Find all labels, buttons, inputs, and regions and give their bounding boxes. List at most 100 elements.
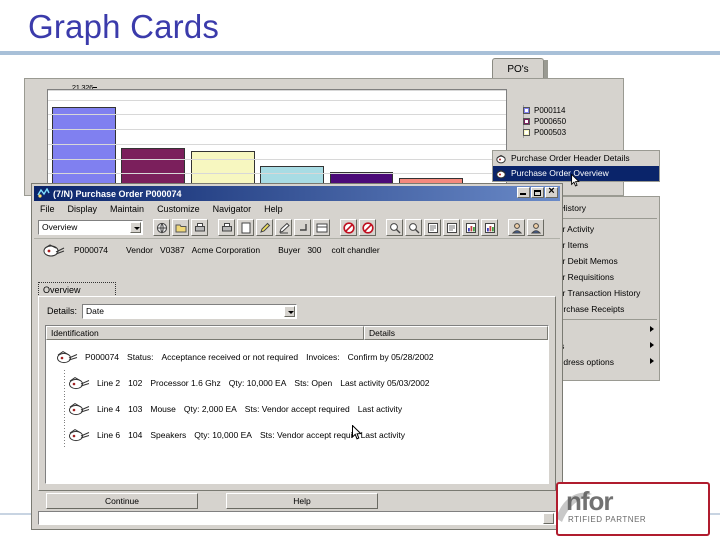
- table-row[interactable]: P000074 Status: Acceptance received or not…: [46, 344, 548, 370]
- toolbar-sort-button[interactable]: [424, 218, 441, 236]
- menu-item[interactable]: ms: [549, 338, 659, 354]
- menu-item[interactable]: der Debit Memos: [549, 253, 659, 269]
- menu-item[interactable]: der Transaction History: [549, 285, 659, 301]
- order-listview[interactable]: Identification Details P000074 Status: Acc…: [45, 325, 549, 484]
- page-title: Graph Cards: [28, 8, 220, 45]
- minimize-button[interactable]: [517, 187, 530, 198]
- toolbar-chart-button[interactable]: [462, 218, 479, 236]
- menu-item[interactable]: s History: [549, 200, 659, 216]
- context-menu-item[interactable]: Purchase Order Header Details: [493, 151, 659, 166]
- window-controls[interactable]: [516, 185, 558, 198]
- table-row[interactable]: Line 6 104 Speakers Qty: 10,000 EA Sts: Vend…: [46, 422, 548, 448]
- chevron-down-icon[interactable]: [284, 305, 296, 317]
- resize-grip[interactable]: [543, 513, 554, 524]
- toolbar-graph-button[interactable]: [481, 218, 498, 236]
- chart-gridline: [48, 173, 506, 175]
- table-cell: 102: [128, 378, 143, 388]
- order-badge-icon: [43, 243, 65, 256]
- toolbar-note-button[interactable]: [275, 218, 292, 236]
- window-titlebar[interactable]: (7/N) Purchase Order P000074: [34, 185, 560, 201]
- order-info-row: P000074 Vendor V0387 Acme Corporation Bu…: [34, 239, 560, 261]
- column-header-identification[interactable]: Identification: [46, 326, 364, 340]
- menubar-item-help[interactable]: Help: [264, 204, 283, 214]
- maximize-button[interactable]: [531, 187, 544, 198]
- menubar-item-file[interactable]: File: [40, 204, 55, 214]
- toolbar-network-button[interactable]: [527, 218, 544, 236]
- chart-gridline: [48, 143, 506, 145]
- navigator-menu-panel[interactable]: s History der Activity der Items der Debit …: [548, 196, 660, 381]
- menubar-item-customize[interactable]: Customize: [157, 204, 200, 214]
- purchase-order-window: (7/N) Purchase Order P000074 File Display…: [31, 183, 563, 530]
- table-cell: Qty: 2,000 EA: [183, 404, 237, 414]
- details-select-value: Date: [86, 306, 104, 316]
- toolbar-new-button[interactable]: [237, 218, 254, 236]
- table-cell: Sts: Vendor accept requi: [259, 430, 353, 440]
- menubar-item-navigator[interactable]: Navigator: [213, 204, 252, 214]
- legend-label: P000114: [534, 106, 566, 115]
- menubar-item-display[interactable]: Display: [68, 204, 98, 214]
- chevron-right-icon: [650, 342, 654, 348]
- chart-bar: [121, 147, 186, 188]
- toolbar-edit-button[interactable]: [256, 218, 273, 236]
- listview-rows: P000074 Status: Acceptance received or not…: [46, 340, 548, 448]
- print-icon: [195, 222, 205, 231]
- details-label: Details:: [47, 306, 78, 316]
- overview-panel: Details: Date Identification Details P00…: [38, 296, 556, 491]
- column-header-details[interactable]: Details: [364, 326, 548, 340]
- card-icon: [316, 223, 328, 232]
- tab-pos[interactable]: PO's: [492, 58, 544, 80]
- menu-item[interactable]: Purchase Receipts: [549, 301, 659, 317]
- legend-swatch: [523, 118, 530, 125]
- toolbar-folder-button[interactable]: [172, 218, 189, 236]
- help-button[interactable]: Help: [226, 493, 378, 509]
- table-row[interactable]: Line 2 102 Processor 1.6 Ghz Qty: 10,000 EA…: [46, 370, 548, 396]
- toolbar-delete-button[interactable]: [340, 218, 357, 236]
- details-select[interactable]: Date: [82, 303, 298, 319]
- table-row[interactable]: Line 4 103 Mouse Qty: 2,000 EA Sts: Vendor a…: [46, 396, 548, 422]
- table-row-text: Line 2 102 Processor 1.6 Ghz Qty: 10,000 EA…: [97, 378, 438, 388]
- menu-item-label: der Debit Memos: [553, 256, 618, 266]
- toolbar-print-preview-button[interactable]: [218, 218, 235, 236]
- menu-item[interactable]: der Requisitions: [549, 269, 659, 285]
- toolbar-card-button[interactable]: [313, 218, 330, 236]
- toolbar-globe-button[interactable]: [153, 218, 170, 236]
- chevron-right-icon: [650, 358, 654, 364]
- table-cell: Last activity: [357, 404, 403, 414]
- menu-item[interactable]: Address options: [549, 354, 659, 370]
- view-select-value: Overview: [42, 222, 78, 232]
- menu-item[interactable]: der Activity: [549, 221, 659, 237]
- status-bar: [38, 511, 556, 525]
- window-toolbar[interactable]: Overview: [34, 216, 560, 239]
- user-icon: [511, 222, 523, 233]
- menubar-item-maintain[interactable]: Maintain: [110, 204, 144, 214]
- window-menubar[interactable]: File Display Maintain Customize Navigator Hel…: [34, 201, 560, 216]
- chart-gridline: [48, 129, 506, 131]
- menu-item[interactable]: s: [549, 322, 659, 338]
- listview-header[interactable]: Identification Details: [46, 326, 548, 340]
- tab-overview[interactable]: Overview: [38, 282, 116, 297]
- toolbar-report-button[interactable]: [443, 218, 460, 236]
- table-cell: Speakers: [150, 430, 187, 440]
- dialog-buttons: Continue Help: [38, 493, 556, 509]
- details-row: Details: Date: [47, 303, 555, 319]
- legend-swatch: [523, 129, 530, 136]
- table-cell: Sts: Vendor accept required: [244, 404, 350, 414]
- toolbar-filter-button[interactable]: [405, 218, 422, 236]
- continue-button[interactable]: Continue: [46, 493, 198, 509]
- menu-item[interactable]: der Items: [549, 237, 659, 253]
- table-cell: 104: [128, 430, 143, 440]
- toolbar-print-button[interactable]: [191, 218, 208, 236]
- chevron-down-icon[interactable]: [130, 221, 141, 233]
- context-menu[interactable]: Purchase Order Header Details Purchase Or…: [492, 150, 660, 187]
- view-select[interactable]: Overview: [38, 219, 143, 235]
- toolbar-user-button[interactable]: [508, 218, 525, 236]
- legend-swatch: [523, 107, 530, 114]
- toolbar-corner-button[interactable]: [294, 218, 311, 236]
- toolbar-cancel-button[interactable]: [359, 218, 376, 236]
- close-button[interactable]: [545, 185, 558, 198]
- toolbar-search-button[interactable]: [386, 218, 403, 236]
- chart-gridline: [48, 90, 506, 91]
- order-row-icon: [69, 403, 90, 416]
- chart-legend: P000114 P000650 P000503: [523, 105, 615, 138]
- table-cell: Mouse: [150, 404, 176, 414]
